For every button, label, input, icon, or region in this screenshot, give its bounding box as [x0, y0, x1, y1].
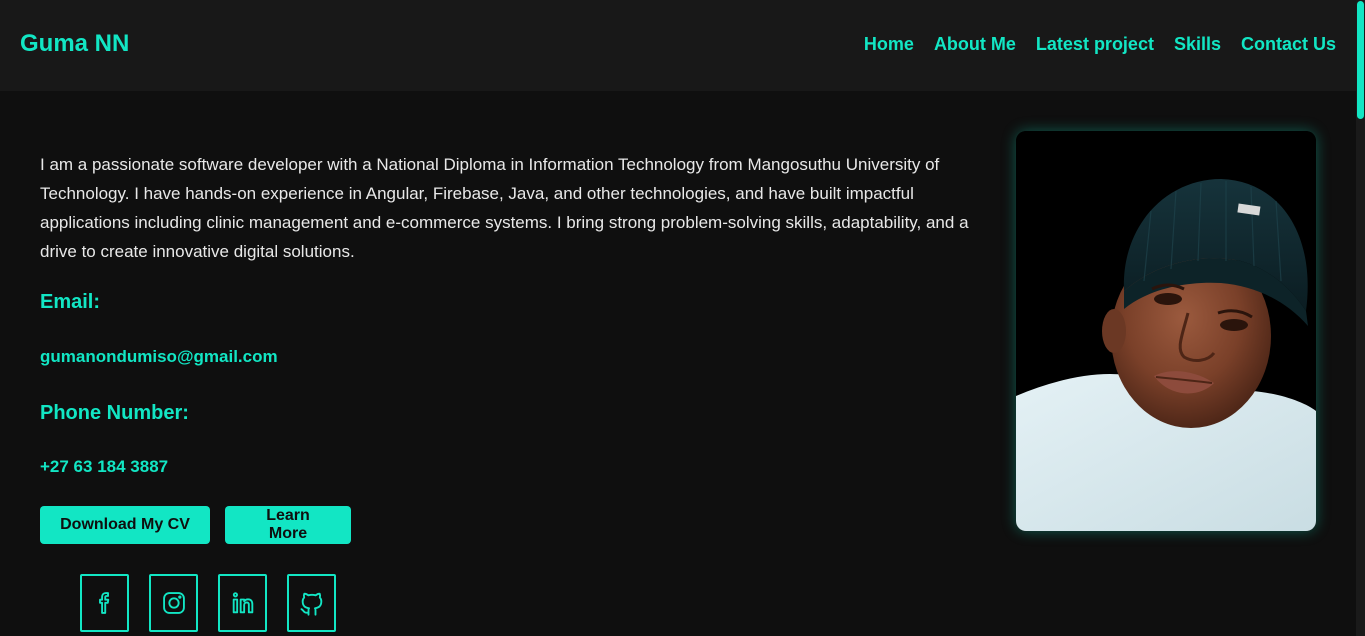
main-nav: Home About Me Latest project Skills Cont…: [864, 33, 1336, 55]
intro-text: I am a passionate software developer wit…: [40, 155, 969, 261]
nav-latest-project[interactable]: Latest project: [1036, 33, 1154, 55]
instagram-link[interactable]: [149, 574, 198, 632]
brand-logo[interactable]: Guma NN: [20, 30, 129, 58]
page: Guma NN Home About Me Latest project Ski…: [0, 0, 1365, 636]
facebook-link[interactable]: [80, 574, 129, 632]
scrollbar[interactable]: [1356, 0, 1365, 636]
profile-photo: [1016, 131, 1316, 531]
github-link[interactable]: [287, 574, 336, 632]
nav-about-me[interactable]: About Me: [934, 33, 1016, 55]
facebook-icon: [98, 592, 109, 614]
scrollbar-thumb[interactable]: [1357, 1, 1364, 119]
profile-portrait-image: [1016, 131, 1316, 531]
instagram-icon: [162, 592, 185, 614]
nav-home[interactable]: Home: [864, 33, 914, 55]
action-buttons: Download My CV Learn More: [40, 506, 351, 544]
email-value: gumanondumiso@gmail.com: [40, 347, 278, 366]
nav-skills[interactable]: Skills: [1174, 33, 1221, 55]
site-header: Guma NN Home About Me Latest project Ski…: [0, 0, 1356, 91]
social-links: [80, 574, 336, 632]
github-icon: [300, 592, 322, 616]
phone-value: +27 63 184 3887: [40, 457, 169, 476]
linkedin-link[interactable]: [218, 574, 267, 632]
download-cv-button[interactable]: Download My CV: [40, 506, 210, 544]
nav-contact-us[interactable]: Contact Us: [1241, 33, 1336, 55]
linkedin-icon: [232, 592, 253, 614]
email-label: Email:: [40, 291, 101, 313]
learn-more-button[interactable]: Learn More: [225, 506, 351, 544]
phone-label: Phone Number:: [40, 402, 189, 424]
